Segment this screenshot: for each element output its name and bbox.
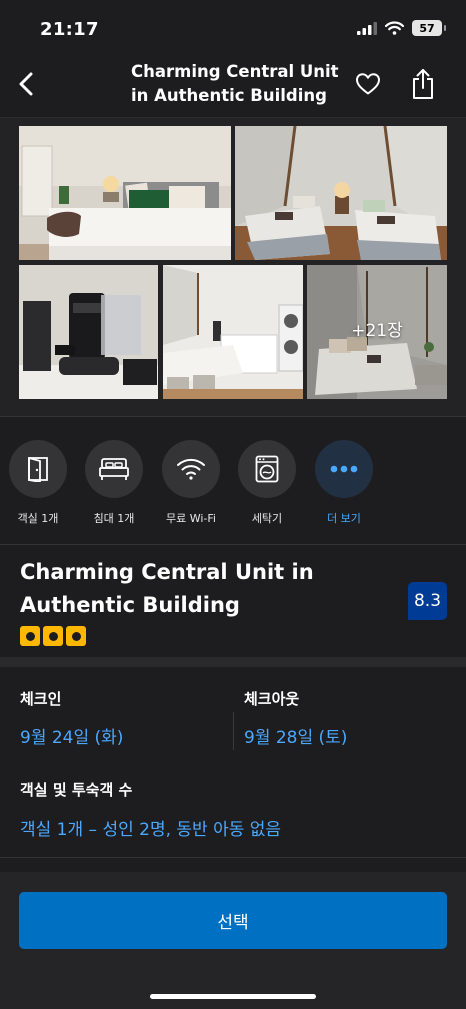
favorite-button[interactable] — [348, 64, 388, 104]
checkin-date[interactable]: 9월 24일 (화) — [20, 723, 123, 748]
kitchen-photo-image — [163, 265, 303, 399]
bottom-action-bar: 선택 — [0, 872, 466, 1009]
photo-kitchen[interactable] — [163, 265, 303, 399]
amenity-rooms-label: 객실 1개 — [17, 512, 59, 525]
amenity-washer[interactable]: 세탁기 — [231, 440, 303, 526]
amenity-beds[interactable]: 침대 1개 — [78, 440, 150, 526]
guests-value[interactable]: 객실 1개 – 성인 2명, 동반 아동 없음 — [20, 815, 281, 840]
twin-beds-photo-image — [235, 126, 447, 260]
home-indicator — [150, 994, 316, 999]
bed-icon — [99, 458, 129, 480]
amenity-beds-label: 침대 1개 — [93, 512, 135, 525]
share-button[interactable] — [403, 62, 443, 106]
amenity-wifi-label: 무료 Wi-Fi — [166, 512, 216, 525]
status-time: 21:17 — [40, 19, 99, 40]
review-score-badge[interactable]: 8.3 — [408, 582, 447, 620]
heart-icon — [356, 73, 380, 95]
page-title: Charming Central Unit in Authentic Build… — [131, 62, 339, 105]
share-icon — [413, 69, 433, 99]
guests-label: 객실 및 투숙객 수 — [20, 781, 133, 799]
booking-details: 체크인 9월 24일 (화) 체크아웃 9월 28일 (토) 객실 및 투숙객 … — [0, 667, 466, 858]
photo-gallery[interactable]: +21장 — [0, 117, 466, 417]
checkout-date[interactable]: 9월 28일 (토) — [244, 723, 347, 748]
checkout-label: 체크아웃 — [244, 690, 300, 708]
checkin-label: 체크인 — [20, 690, 62, 708]
photo-twin-beds[interactable] — [235, 126, 447, 260]
amenity-wifi[interactable]: 무료 Wi-Fi — [155, 440, 227, 526]
status-icons: 57 — [357, 20, 446, 36]
amenities-row: 객실 1개 침대 1개 무료 Wi-Fi 세탁기 더 보기 — [0, 418, 466, 545]
status-bar: 21:17 57 — [0, 0, 466, 58]
select-button[interactable]: 선택 — [19, 892, 447, 949]
property-header: Charming Central Unit in Authentic Build… — [0, 546, 466, 656]
battery-icon: 57 — [412, 20, 446, 36]
star-icon — [20, 626, 40, 646]
wifi-status-icon — [385, 21, 404, 35]
booking-divider — [0, 857, 466, 858]
bedroom-photo-image — [19, 126, 231, 260]
coffee-machine-photo-image — [19, 265, 158, 399]
back-button[interactable] — [6, 64, 46, 104]
chevron-left-icon — [19, 72, 33, 96]
photo-more[interactable]: +21장 — [307, 265, 447, 399]
nav-bar: Charming Central Unit in Authentic Build… — [0, 58, 466, 114]
more-dots-icon — [330, 465, 358, 473]
amenity-rooms[interactable]: 객실 1개 — [2, 440, 74, 526]
signal-icon — [357, 21, 377, 35]
battery-level: 57 — [419, 21, 435, 35]
amenity-more-label: 더 보기 — [327, 512, 361, 525]
door-icon — [28, 457, 48, 482]
section-divider — [0, 657, 466, 667]
star-rating — [20, 626, 86, 646]
star-icon — [43, 626, 63, 646]
photo-bedroom[interactable] — [19, 126, 231, 260]
date-divider — [233, 712, 234, 750]
photo-coffee-machine[interactable] — [19, 265, 158, 399]
property-name: Charming Central Unit in Authentic Build… — [20, 560, 314, 617]
wifi-icon — [177, 458, 205, 480]
washing-machine-icon — [255, 455, 279, 483]
amenity-more[interactable]: 더 보기 — [308, 440, 380, 526]
star-icon — [66, 626, 86, 646]
amenity-washer-label: 세탁기 — [251, 512, 283, 525]
more-photos-count: +21장 — [351, 320, 403, 341]
